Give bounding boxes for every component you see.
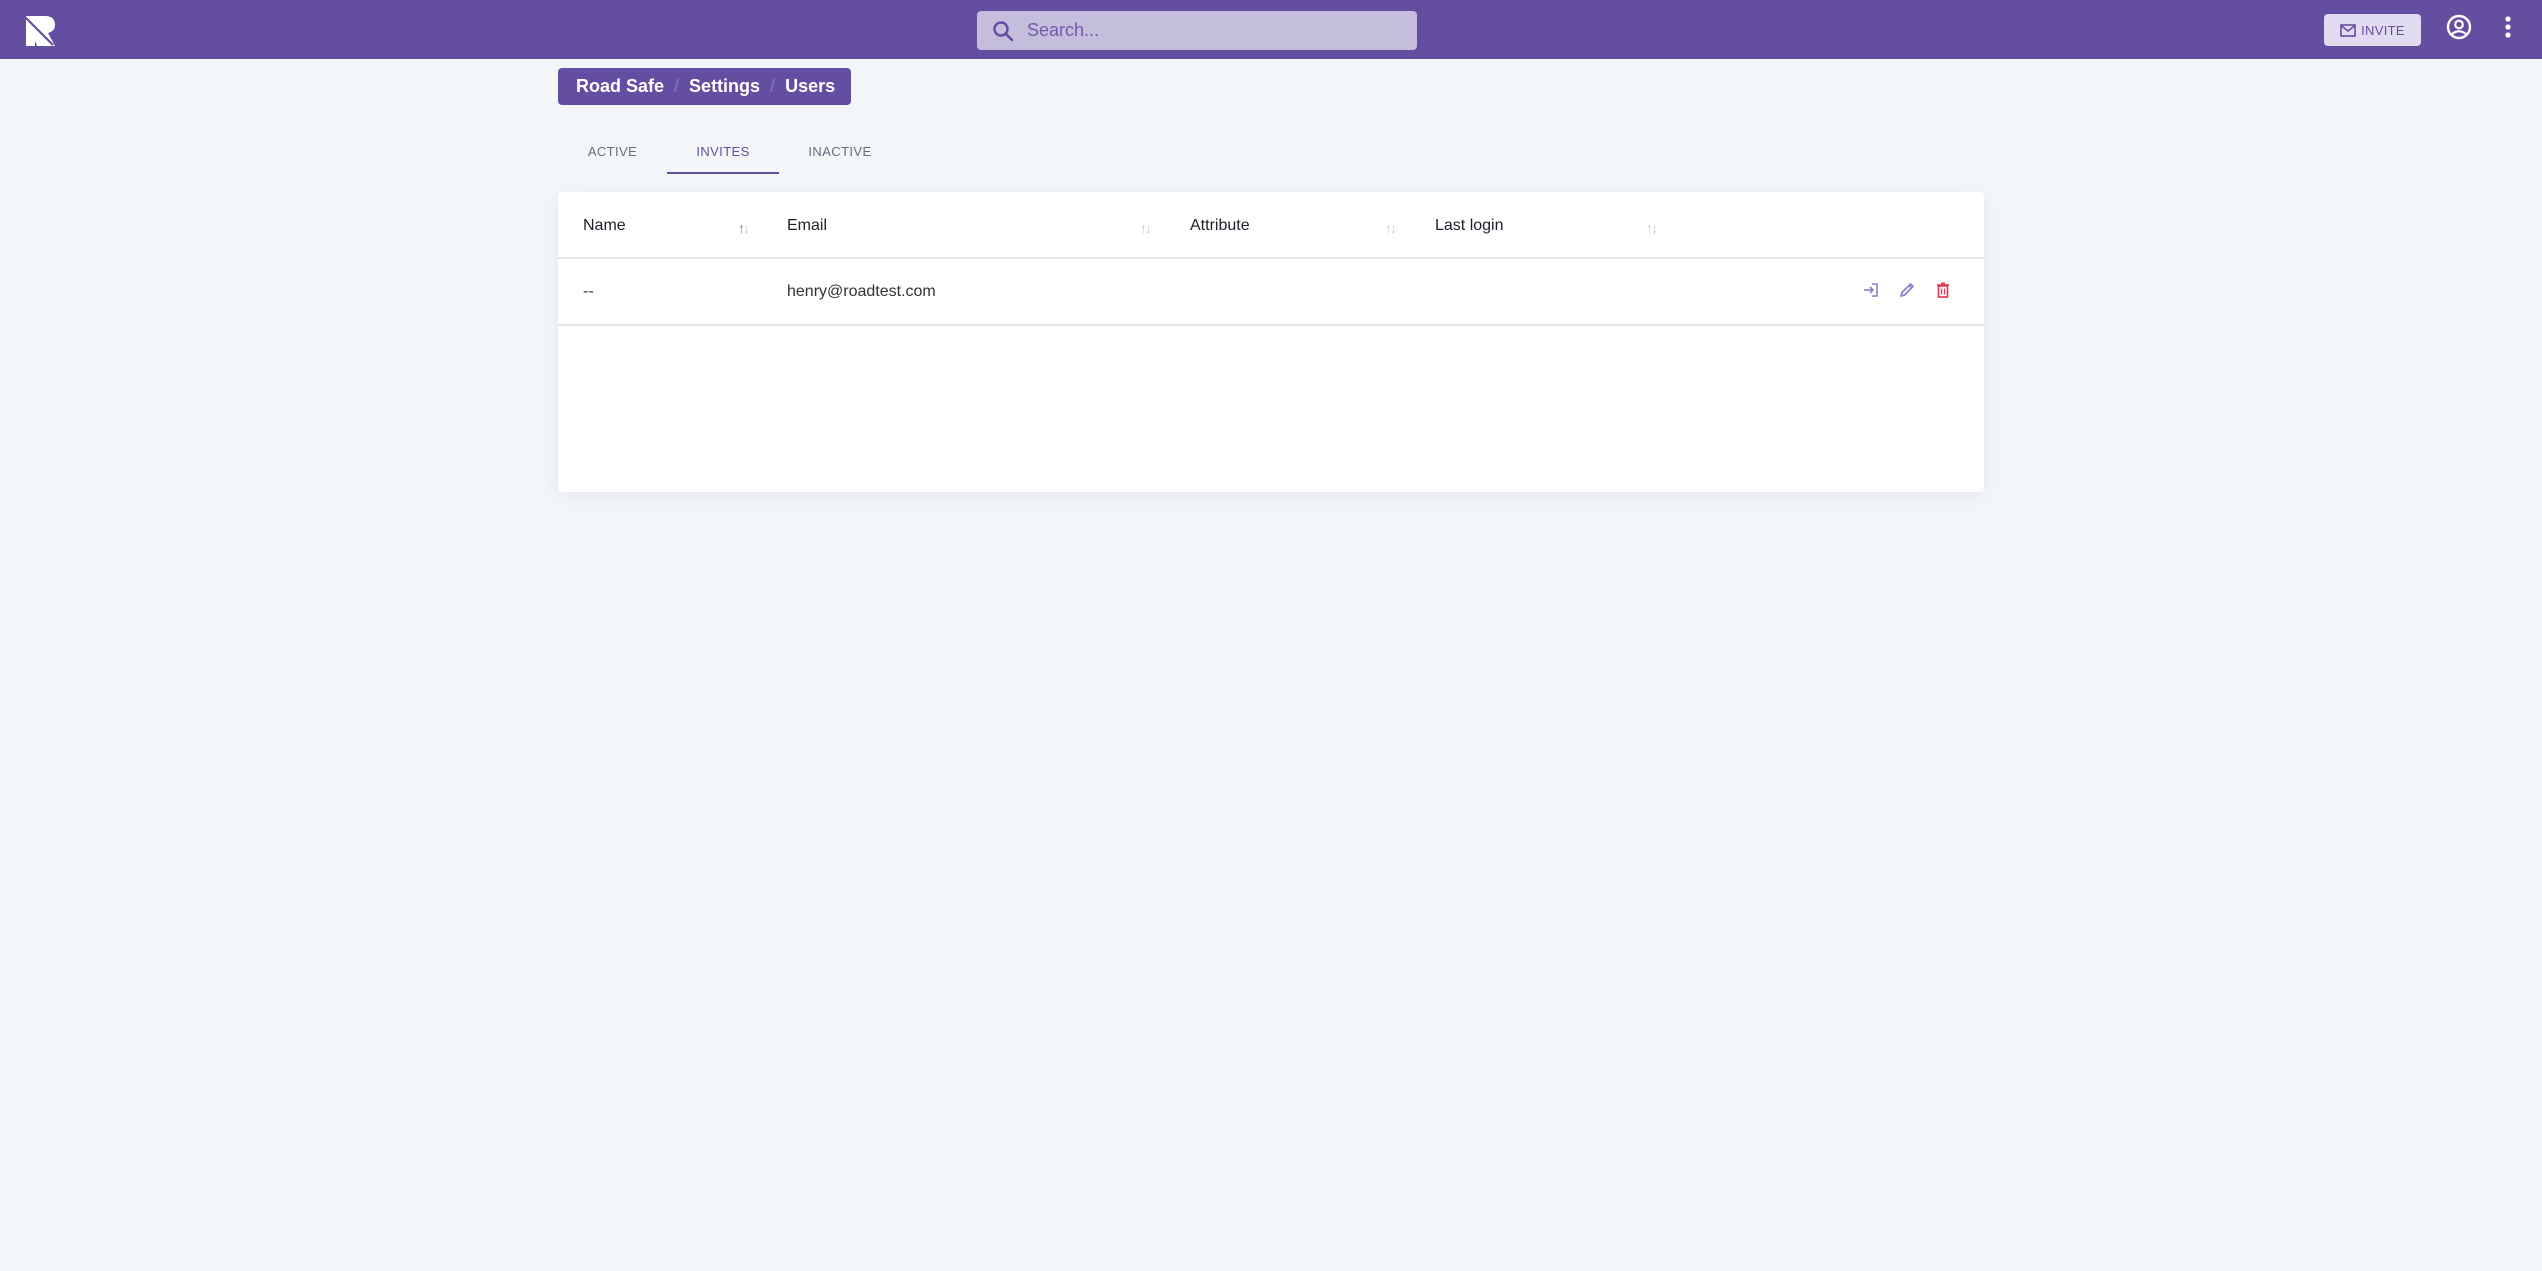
breadcrumb-separator: / — [674, 76, 680, 96]
more-vertical-icon[interactable] — [2500, 14, 2516, 40]
login-as-icon[interactable] — [1860, 279, 1882, 301]
column-header-last-login[interactable]: Last login — [1435, 192, 1504, 259]
tab-bar: ACTIVE INVITES INACTIVE — [558, 128, 901, 174]
breadcrumb-item-settings[interactable]: Settings — [689, 76, 760, 97]
cell-email: henry@roadtest.com — [787, 282, 936, 300]
breadcrumb-separator: / — [770, 76, 776, 96]
column-header-attribute[interactable]: Attribute — [1190, 192, 1250, 259]
sort-icon-name[interactable]: ↑↓ — [738, 220, 750, 236]
breadcrumb: Road Safe / Settings / Users — [558, 68, 852, 105]
table-row[interactable]: -- henry@roadtest.com — [558, 259, 1984, 326]
search-icon — [993, 21, 1014, 42]
account-circle-icon[interactable] — [2446, 14, 2472, 40]
column-header-name[interactable]: Name — [583, 192, 626, 259]
delete-icon[interactable] — [1932, 279, 1954, 301]
breadcrumb-item-users[interactable]: Users — [785, 76, 835, 97]
table-header: Name ↑↓ Email ↑↓ Attribute ↑↓ Last login… — [558, 192, 1984, 259]
sort-icon-last-login[interactable]: ↑↓ — [1646, 220, 1658, 236]
top-bar: INVITE — [0, 0, 2542, 59]
cell-name: -- — [583, 282, 594, 300]
tab-active[interactable]: ACTIVE — [558, 128, 667, 174]
users-table-card: Name ↑↓ Email ↑↓ Attribute ↑↓ Last login… — [558, 192, 1984, 492]
invite-button[interactable]: INVITE — [2324, 14, 2421, 46]
mail-icon — [2340, 23, 2356, 37]
tab-invites[interactable]: INVITES — [667, 128, 779, 174]
sort-icon-email[interactable]: ↑↓ — [1140, 220, 1152, 236]
invite-button-label: INVITE — [2361, 22, 2405, 38]
search-box[interactable] — [977, 11, 1417, 50]
breadcrumb-item-road-safe[interactable]: Road Safe — [576, 76, 664, 97]
row-actions — [1860, 279, 1954, 301]
edit-icon[interactable] — [1896, 279, 1918, 301]
sort-icon-attribute[interactable]: ↑↓ — [1385, 220, 1397, 236]
tab-inactive[interactable]: INACTIVE — [779, 128, 901, 174]
column-header-email[interactable]: Email — [787, 192, 827, 259]
search-input[interactable] — [1027, 11, 1407, 50]
logo-icon[interactable] — [26, 16, 56, 46]
